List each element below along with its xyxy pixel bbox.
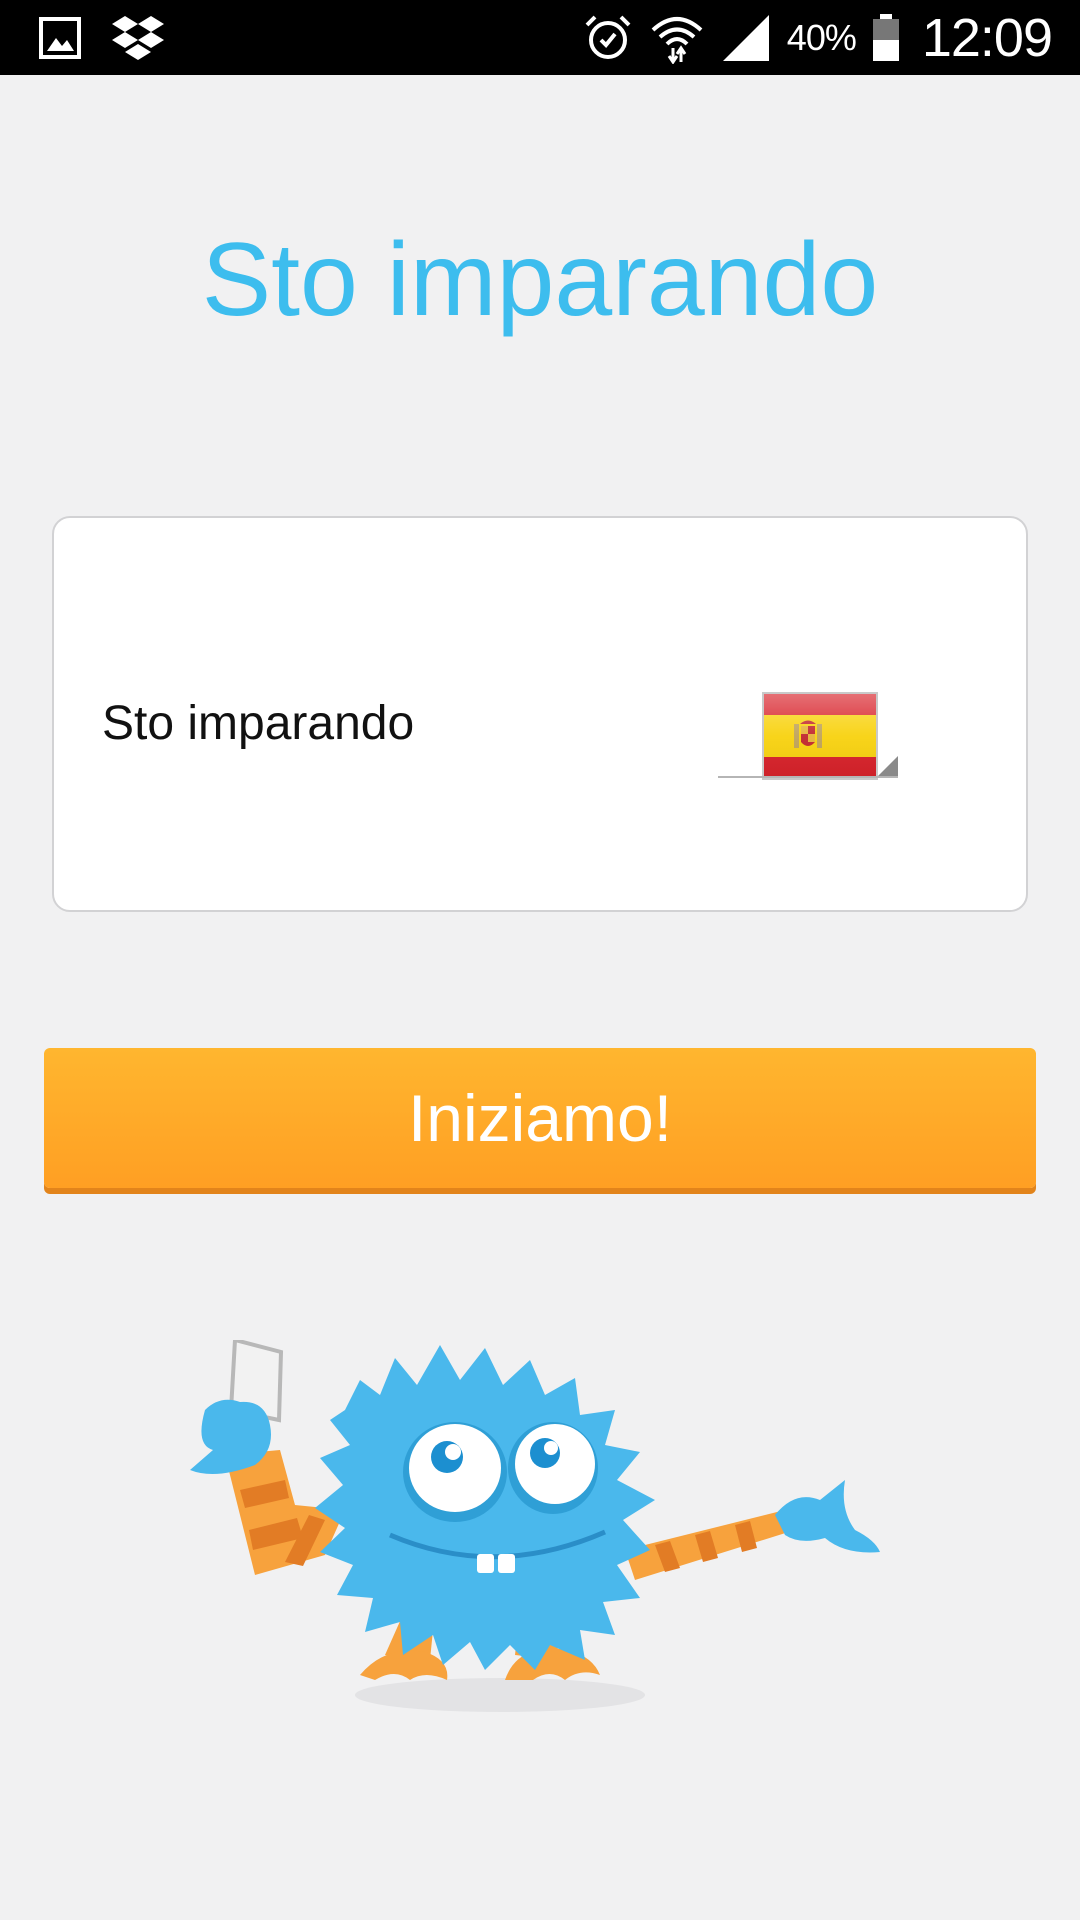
- blue-monster-mascot: [190, 1340, 880, 1712]
- right-arm: [625, 1510, 795, 1580]
- signal-icon: [722, 14, 769, 61]
- gallery-icon: [39, 17, 81, 59]
- status-bar-notifications: [38, 14, 164, 62]
- language-selector-card: Sto imparando: [52, 516, 1028, 912]
- wifi-icon: [651, 16, 703, 64]
- page-title: Sto imparando: [201, 222, 879, 338]
- spinner-dropdown-icon: [878, 756, 898, 776]
- language-selector-label: Sto imparando: [102, 697, 415, 750]
- status-bar: 40% 12:09: [0, 0, 1080, 75]
- dropbox-icon: [112, 16, 164, 60]
- spain-flag-icon: [762, 692, 878, 780]
- spinner-underline: [718, 776, 898, 778]
- language-spinner[interactable]: [718, 674, 898, 780]
- battery-percent: 40%: [786, 16, 857, 58]
- start-button[interactable]: Iniziamo!: [44, 1048, 1036, 1188]
- battery-icon: [872, 13, 899, 61]
- alarm-icon: [585, 15, 631, 59]
- clock: 12:09: [921, 7, 1053, 68]
- status-bar-system: 40% 12:09: [583, 0, 1053, 75]
